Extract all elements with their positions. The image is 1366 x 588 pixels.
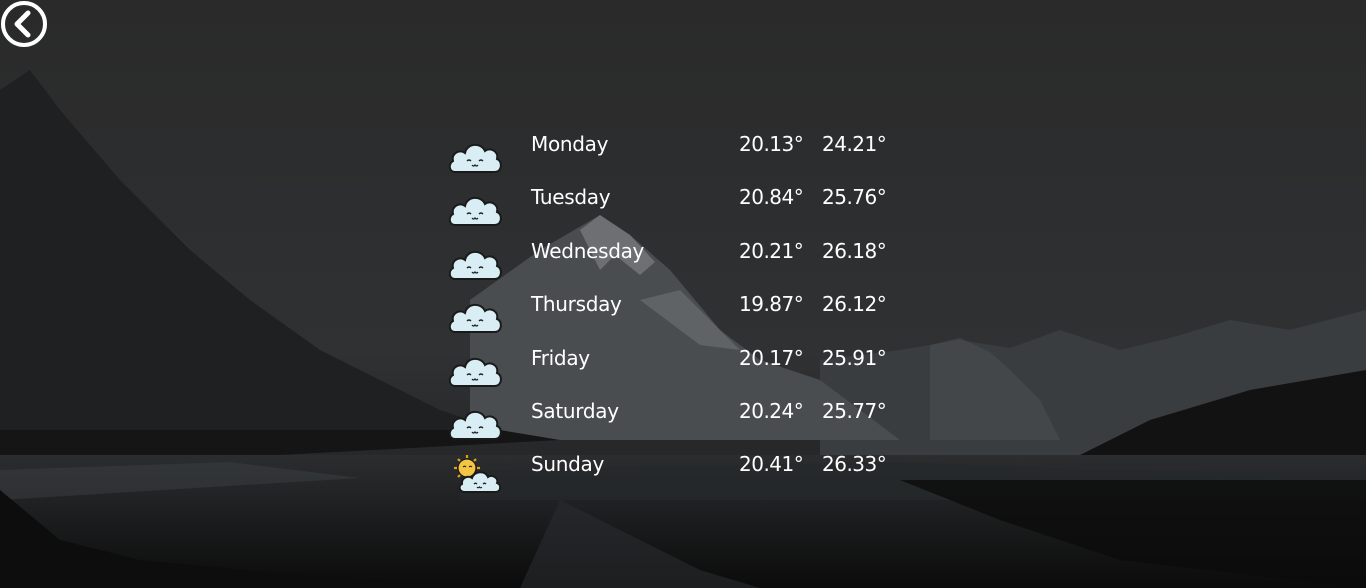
- day-label: Wednesday: [531, 238, 645, 263]
- max-temperature: 25.77°: [822, 398, 887, 423]
- max-temperature: 25.91°: [822, 345, 887, 370]
- forecast-row-friday: Friday 20.17° 25.91°: [447, 334, 907, 387]
- max-temperature: 24.21°: [822, 132, 887, 156]
- day-label: Tuesday: [531, 185, 611, 210]
- sun-cloud-icon: [454, 455, 502, 494]
- cloud-icon: [448, 197, 502, 227]
- min-temperature: 20.41°: [739, 452, 804, 477]
- day-label: Sunday: [531, 452, 605, 477]
- day-label: Thursday: [531, 292, 622, 317]
- max-temperature: 26.18°: [822, 238, 887, 263]
- max-temperature: 25.76°: [822, 185, 887, 210]
- min-temperature: 20.13°: [739, 132, 804, 156]
- forecast-list: Monday 20.13° 24.21° Tuesday 20.84° 25.7…: [447, 120, 907, 494]
- forecast-row-wednesday: Wednesday 20.21° 26.18°: [447, 227, 907, 280]
- min-temperature: 20.24°: [739, 398, 804, 423]
- forecast-row-saturday: Saturday 20.24° 25.77°: [447, 387, 907, 440]
- cloud-icon: [448, 357, 502, 387]
- day-label: Monday: [531, 132, 609, 156]
- cloud-icon: [448, 143, 502, 173]
- forecast-row-thursday: Thursday 19.87° 26.12°: [447, 280, 907, 334]
- forecast-row-tuesday: Tuesday 20.84° 25.76°: [447, 173, 907, 227]
- min-temperature: 19.87°: [739, 292, 804, 317]
- min-temperature: 20.84°: [739, 185, 804, 210]
- forecast-row-monday: Monday 20.13° 24.21°: [447, 120, 907, 173]
- day-label: Friday: [531, 345, 590, 370]
- min-temperature: 20.17°: [739, 345, 804, 370]
- day-label: Saturday: [531, 398, 619, 423]
- back-arrow-icon: [1, 1, 47, 47]
- max-temperature: 26.12°: [822, 292, 887, 317]
- cloud-icon: [448, 304, 502, 334]
- cloud-icon: [448, 250, 502, 280]
- cloud-icon: [448, 410, 502, 440]
- max-temperature: 26.33°: [822, 452, 887, 477]
- forecast-row-sunday: Sunday 20.41° 26.33°: [447, 440, 907, 494]
- back-button[interactable]: [0, 0, 50, 50]
- min-temperature: 20.21°: [739, 238, 804, 263]
